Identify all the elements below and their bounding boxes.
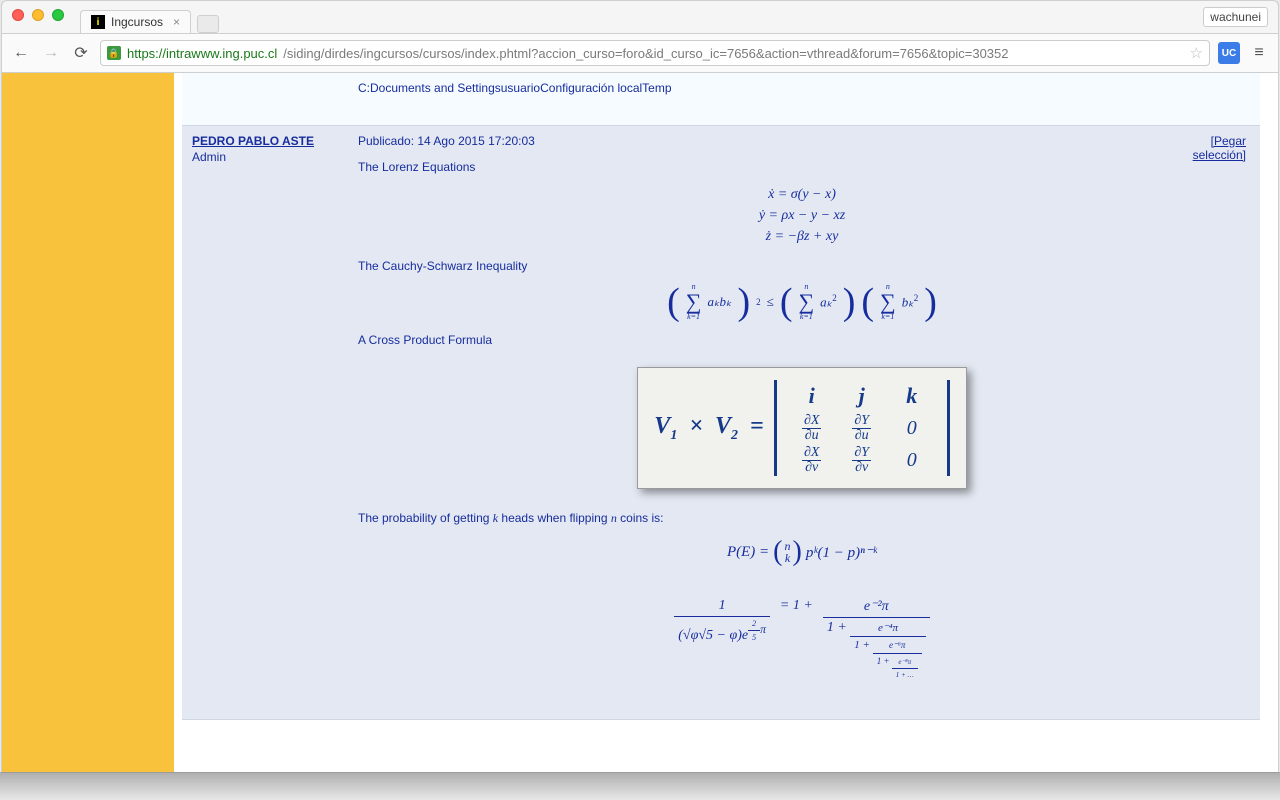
nav-reload-button[interactable]: ⟳ (70, 42, 92, 64)
browser-menu-icon[interactable]: ≡ (1248, 42, 1270, 64)
tab-bar: i Ingcursos × (2, 7, 1278, 33)
post-author-link[interactable]: PEDRO PABLO ASTE (192, 134, 334, 148)
url-path: /siding/dirdes/ingcursos/cursos/index.ph… (283, 46, 1008, 61)
bookmark-star-icon[interactable]: ☆ (1190, 44, 1203, 62)
probability-title: The probability of getting k heads when … (358, 511, 1246, 526)
path-text: C:Documents and SettingsusuarioConfigura… (358, 81, 1246, 95)
window-close-button[interactable] (12, 9, 24, 21)
address-bar[interactable]: 🔒 https://intrawww.ing.puc.cl/siding/dir… (100, 40, 1210, 66)
window-zoom-button[interactable] (52, 9, 64, 21)
previous-post-fragment: C:Documents and SettingsusuarioConfigura… (182, 73, 1260, 126)
tab-favicon: i (91, 15, 105, 29)
continued-fraction-equation: 1 (√φ√5 − φ)e25π = 1 + e⁻²π (358, 598, 1246, 679)
forum-post: PEDRO PABLO ASTE Admin [Pegarselección] … (182, 126, 1260, 720)
nav-forward-button[interactable]: → (40, 42, 62, 64)
https-lock-icon: 🔒 (107, 46, 121, 60)
cauchy-schwarz-equation: ( n∑k=1 aₖbₖ )2 ≤ ( n∑k=1 aₖ2 ) ( (358, 283, 1246, 321)
post-timestamp: Publicado: 14 Ago 2015 17:20:03 (358, 134, 1246, 148)
profile-badge[interactable]: wachunei (1203, 7, 1268, 27)
nav-back-button[interactable]: ← (10, 42, 32, 64)
post-author-cell: PEDRO PABLO ASTE Admin (182, 126, 344, 719)
browser-toolbar: ← → ⟳ 🔒 https://intrawww.ing.puc.cl/sidi… (2, 33, 1278, 73)
cross-product-title: A Cross Product Formula (358, 333, 1246, 347)
paste-selection-link[interactable]: [Pegarselección] (1193, 134, 1246, 162)
tab-close-icon[interactable]: × (173, 15, 180, 29)
browser-chrome: wachunei i Ingcursos × ← → ⟳ 🔒 https://i… (1, 0, 1279, 73)
cross-product-equation: V1 × V2 = i j (358, 357, 1246, 499)
lorenz-equations: ẋ = σ(y − x) ẏ = ρx − y − xz ż = −βz + x… (358, 184, 1246, 247)
extension-badge[interactable]: UC (1218, 42, 1240, 64)
forum-content: C:Documents and SettingsusuarioConfigura… (182, 73, 1260, 773)
tab-title: Ingcursos (111, 15, 163, 29)
probability-equation: P(E) = ( nk ) pᵏ(1 − p)ⁿ⁻ᵏ (358, 536, 1246, 568)
window-minimize-button[interactable] (32, 9, 44, 21)
cauchy-schwarz-title: The Cauchy-Schwarz Inequality (358, 259, 1246, 273)
lorenz-title: The Lorenz Equations (358, 160, 1246, 174)
browser-tab[interactable]: i Ingcursos × (80, 10, 191, 33)
page-viewport[interactable]: C:Documents and SettingsusuarioConfigura… (1, 73, 1279, 773)
post-body: [Pegarselección] Publicado: 14 Ago 2015 … (344, 126, 1260, 719)
post-author-role: Admin (192, 150, 334, 164)
left-sidebar (2, 73, 174, 773)
new-tab-button[interactable] (197, 15, 219, 33)
url-host: https://intrawww.ing.puc.cl (127, 46, 277, 61)
